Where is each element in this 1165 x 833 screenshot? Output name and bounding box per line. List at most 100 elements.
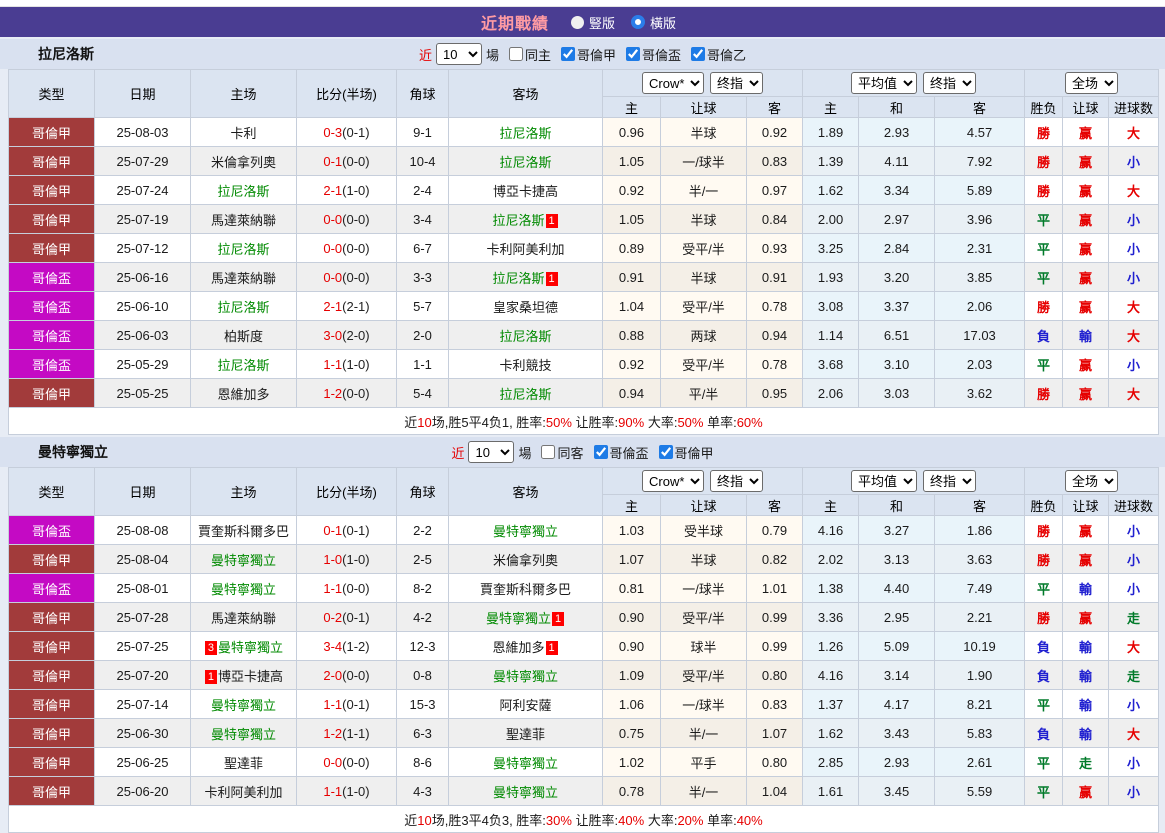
- league-filter-1-checkbox[interactable]: [658, 445, 673, 459]
- corner-cell: 0-8: [396, 660, 449, 690]
- average-odds-cell: 1.26: [802, 631, 860, 661]
- sub-column-header: 和: [858, 494, 936, 516]
- handicap-odds-cell: 0.82: [745, 544, 804, 574]
- result-cell: 勝: [1024, 515, 1064, 545]
- result-cell: 赢: [1062, 291, 1110, 321]
- halftime-score: (0-0): [342, 754, 370, 770]
- away-team-cell: 曼特寧獨立: [448, 776, 603, 806]
- games-count-select[interactable]: 10: [435, 43, 482, 65]
- result-cell: 平: [1024, 233, 1064, 263]
- sub-column-header: 客: [934, 96, 1026, 118]
- date-cell: 25-08-04: [94, 544, 191, 574]
- match-scope-select[interactable]: 全场: [1065, 72, 1119, 94]
- summary-segment: 10: [417, 414, 432, 430]
- date-cell: 25-07-12: [94, 233, 191, 263]
- summary-segment: 50%: [545, 414, 572, 430]
- average-select[interactable]: 平均值: [851, 470, 918, 492]
- match-scope-select[interactable]: 全场: [1065, 470, 1119, 492]
- league-cell: 哥倫甲: [8, 602, 95, 632]
- match-row: 哥倫甲 25-07-20 1 博亞卡捷高 2-0(0-0) 0-8 曼特寧獨立 1.09 受平/…: [8, 660, 1160, 690]
- away-team-cell: 拉尼洛斯: [448, 146, 603, 176]
- same-venue-filter-checkbox[interactable]: [508, 47, 523, 61]
- handicap-odds-cell: 0.78: [745, 349, 804, 379]
- odds-source-select[interactable]: Crow*: [642, 72, 705, 94]
- average-odds-cell: 7.92: [934, 146, 1026, 176]
- date-cell: 25-08-01: [94, 573, 191, 603]
- summary-segment: 20%: [677, 812, 704, 828]
- same-venue-filter-checkbox[interactable]: [541, 445, 556, 459]
- final-index-select[interactable]: 终指: [710, 72, 764, 94]
- average-odds-cell: 4.11: [858, 146, 936, 176]
- team-label: 馬達萊納聯: [210, 270, 276, 286]
- match-row: 哥倫盃 25-08-08 賈奎斯科爾多巴 0-1(0-1) 2-2 曼特寧獨立 1.03 受半…: [8, 515, 1160, 545]
- fulltime-score: 0-2: [323, 609, 343, 625]
- sub-column-header: 让球: [660, 96, 747, 118]
- average-odds-cell: 3.37: [858, 291, 936, 321]
- handicap-odds-cell: 0.88: [602, 320, 661, 350]
- league-filter-0[interactable]: 哥倫甲: [555, 45, 616, 64]
- sub-column-header: 主: [602, 494, 661, 516]
- result-cell: 輸: [1062, 573, 1110, 603]
- handicap-odds-cell: 1.07: [745, 718, 804, 748]
- radio-selected-icon[interactable]: [631, 15, 645, 29]
- games-count-select[interactable]: 10: [468, 441, 515, 463]
- date-cell: 25-08-08: [94, 515, 191, 545]
- corner-cell: 2-5: [396, 544, 449, 574]
- league-filter-0[interactable]: 哥倫盃: [588, 443, 649, 462]
- league-filter-1-checkbox[interactable]: [626, 47, 641, 61]
- team-label: 拉尼洛斯: [217, 357, 270, 373]
- league-filter-1[interactable]: 哥倫甲: [653, 443, 714, 462]
- result-cell: 勝: [1024, 602, 1064, 632]
- fulltime-score: 3-0: [323, 327, 343, 343]
- team-label: 馬達萊納聯: [210, 610, 276, 626]
- team-label: 博亞卡捷高: [217, 668, 283, 684]
- league-filter-2-checkbox[interactable]: [691, 47, 706, 61]
- halftime-score: (2-1): [342, 298, 370, 314]
- radio-horizontal-layout[interactable]: 橫版: [631, 13, 676, 32]
- league-filter-1[interactable]: 哥倫盃: [620, 45, 681, 64]
- match-row: 哥倫甲 25-07-19 馬達萊納聯 0-0(0-0) 3-4 拉尼洛斯 1 1.05 半球 0.…: [8, 204, 1160, 234]
- league-filter-0-checkbox[interactable]: [593, 445, 608, 459]
- average-odds-cell: 1.14: [802, 320, 860, 350]
- score-cell: 0-0(0-0): [296, 747, 397, 777]
- average-odds-cell: 2.93: [858, 747, 936, 777]
- final-index-select-2[interactable]: 终指: [923, 72, 977, 94]
- final-index-select[interactable]: 终指: [710, 470, 764, 492]
- league-filter-2[interactable]: 哥倫乙: [685, 45, 746, 64]
- league-cell: 哥倫盃: [8, 349, 95, 379]
- away-team-cell: 皇家桑坦德: [448, 291, 603, 321]
- average-odds-cell: 3.34: [858, 175, 936, 205]
- halftime-score: (1-2): [342, 638, 370, 654]
- final-index-select-2[interactable]: 终指: [923, 470, 977, 492]
- sub-column-header: 客: [745, 494, 804, 516]
- summary-segment: 30%: [545, 812, 572, 828]
- league-filter-0-checkbox[interactable]: [561, 47, 575, 61]
- radio-unselected-icon[interactable]: [570, 15, 584, 29]
- same-venue-filter[interactable]: 同客: [535, 443, 584, 462]
- column-header: 日期: [94, 69, 191, 118]
- away-team-cell: 米倫拿列奧: [448, 544, 603, 574]
- average-select[interactable]: 平均值: [851, 72, 918, 94]
- matches-table: 类型 日期 主场 比分(半场) 角球 客场 Crow* 终指 平均值 终指 全场主让球客主和客胜负让…: [7, 69, 1160, 435]
- summary-segment: 近: [404, 812, 418, 828]
- match-row: 哥倫甲 25-06-30 曼特寧獨立 1-2(1-1) 6-3 聖達菲 0.75 半/一 1.0…: [8, 718, 1160, 748]
- red-card-badge: 1: [545, 213, 558, 228]
- result-cell: 輸: [1062, 320, 1110, 350]
- handicap-odds-cell: 球半: [660, 631, 747, 661]
- home-team-cell: 柏斯度: [190, 320, 297, 350]
- radio-vertical-layout[interactable]: 豎版: [570, 13, 615, 32]
- result-cell: 赢: [1062, 378, 1110, 408]
- odds-source-select[interactable]: Crow*: [642, 470, 705, 492]
- away-team-cell: 卡利阿美利加: [448, 233, 603, 263]
- radio-horizontal-label: 橫版: [650, 15, 677, 31]
- corner-cell: 2-0: [396, 320, 449, 350]
- result-cell: 大: [1108, 718, 1160, 748]
- home-team-cell: 拉尼洛斯: [190, 175, 297, 205]
- average-odds-cell: 1.62: [802, 718, 860, 748]
- team-label: 拉尼洛斯: [492, 212, 545, 228]
- halftime-score: (0-0): [342, 269, 370, 285]
- summary-segment: 场,胜5平4负1, 胜率:: [431, 414, 546, 430]
- average-odds-cell: 5.89: [934, 175, 1026, 205]
- team-label: 拉尼洛斯: [499, 328, 552, 344]
- same-venue-filter[interactable]: 同主: [503, 45, 551, 64]
